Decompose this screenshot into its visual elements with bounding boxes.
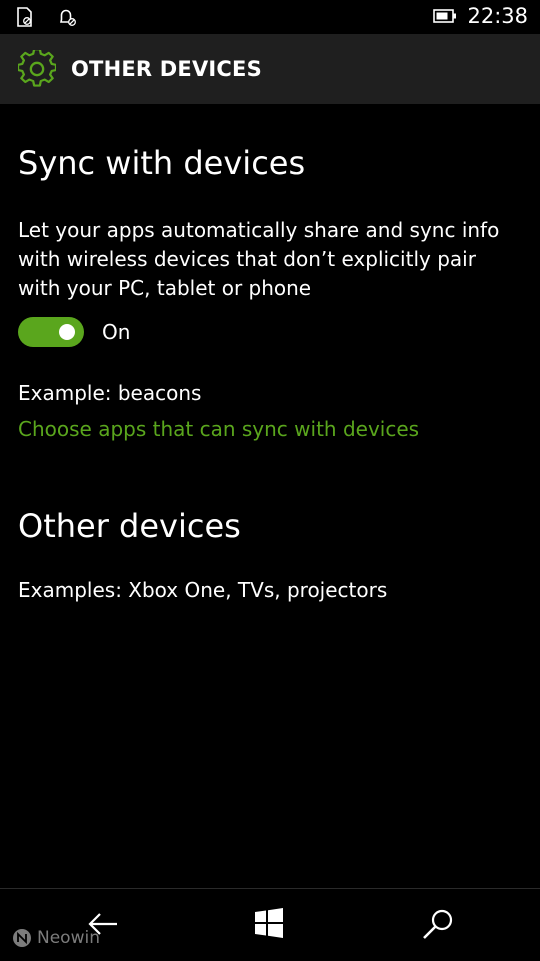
sync-toggle-switch[interactable] [18,317,84,347]
sync-section-heading: Sync with devices [18,144,306,182]
neowin-watermark: Neowin [12,928,100,948]
choose-apps-link[interactable]: Choose apps that can sync with devices [18,417,419,441]
watermark-text: Neowin [37,928,100,948]
neowin-logo-icon [13,929,31,947]
sim-card-blocked-icon [17,7,32,27]
other-devices-heading: Other devices [18,507,241,545]
status-time: 22:38 [467,4,528,28]
gear-icon [18,50,56,87]
page-header: OTHER DEVICES [0,34,540,104]
sync-toggle-label: On [102,320,131,344]
windows-logo-icon[interactable] [253,907,285,939]
page-title: OTHER DEVICES [71,57,262,81]
battery-icon [433,9,457,23]
status-right: 22:38 [433,4,528,28]
status-bar: 22:38 [0,0,540,34]
navigation-bar [0,888,540,961]
notification-bell-blocked-icon [60,9,76,26]
sync-description: Let your apps automatically share and sy… [18,218,500,300]
search-icon[interactable] [420,907,456,943]
sync-toggle-row[interactable]: On [18,317,130,347]
sync-example-text: Example: beacons [18,381,202,405]
other-devices-examples: Examples: Xbox One, TVs, projectors [18,578,388,602]
toggle-knob [59,324,75,340]
